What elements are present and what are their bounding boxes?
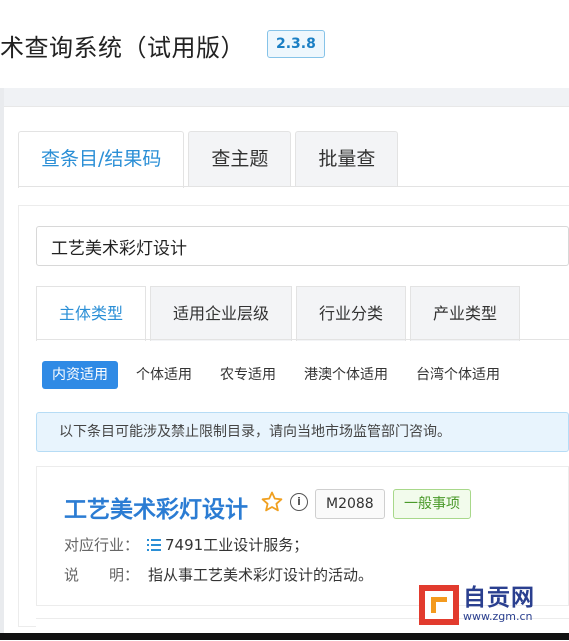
matter-type-badge: 一般事项 [393,489,471,519]
tab-entity-type[interactable]: 主体类型 [36,286,147,341]
entity-filter-pills: 内资适用 个体适用 农专适用 港澳个体适用 台湾个体适用 [42,361,518,389]
description-row: 说 明： 指从事工艺美术彩灯设计的活动。 [64,564,373,585]
pill-farmer-coop[interactable]: 农专适用 [210,361,286,389]
watermark-logo-icon [419,585,459,625]
industry-row: 对应行业： 7491工业设计服务； [64,534,308,555]
tab-search-entry[interactable]: 查条目/结果码 [18,131,185,188]
pill-individual[interactable]: 个体适用 [126,361,202,389]
pill-taiwan-individual[interactable]: 台湾个体适用 [406,361,510,389]
notice-banner: 以下条目可能涉及禁止限制目录，请向当地市场监管部门咨询。 [36,412,569,452]
version-badge: 2.3.8 [267,30,325,58]
info-circle-icon[interactable]: i [290,493,308,511]
tab-enterprise-level[interactable]: 适用企业层级 [150,286,293,341]
pill-hk-macao-individual[interactable]: 港澳个体适用 [294,361,398,389]
watermark-url: www.zgm.cn [463,610,533,623]
industry-value: 7491工业设计服务； [165,536,309,554]
list-icon [147,539,162,551]
filter-tab-divider [36,339,569,340]
tab-industry-category[interactable]: 行业分类 [296,286,407,341]
description-value: 指从事工艺美术彩灯设计的活动。 [148,566,374,584]
watermark-name: 自贡网 [463,585,535,611]
filter-tabs: 主体类型 适用企业层级 行业分类 产业类型 [36,286,524,341]
app-header: 术查询系统（试用版） 2.3.8 [0,0,569,88]
star-outline-icon[interactable] [260,490,284,514]
industry-label: 对应行业： [64,536,140,554]
tab-batch-search[interactable]: 批量查 [295,131,399,186]
tab-industry-type[interactable]: 产业类型 [410,286,521,341]
search-input[interactable] [36,226,569,266]
page-background [0,88,569,106]
result-code-badge: M2088 [315,489,385,519]
watermark: 自贡网 www.zgm.cn [419,583,535,627]
screen-bottom-edge [0,633,569,640]
main-tabs: 查条目/结果码 查主题 批量查 [18,131,402,188]
description-label: 说 明： [64,566,140,584]
pill-domestic[interactable]: 内资适用 [42,361,118,389]
result-title[interactable]: 工艺美术彩灯设计 [64,490,248,524]
tab-search-topic[interactable]: 查主题 [188,131,292,186]
tab-divider [18,186,569,187]
app-title: 术查询系统（试用版） [0,34,245,62]
